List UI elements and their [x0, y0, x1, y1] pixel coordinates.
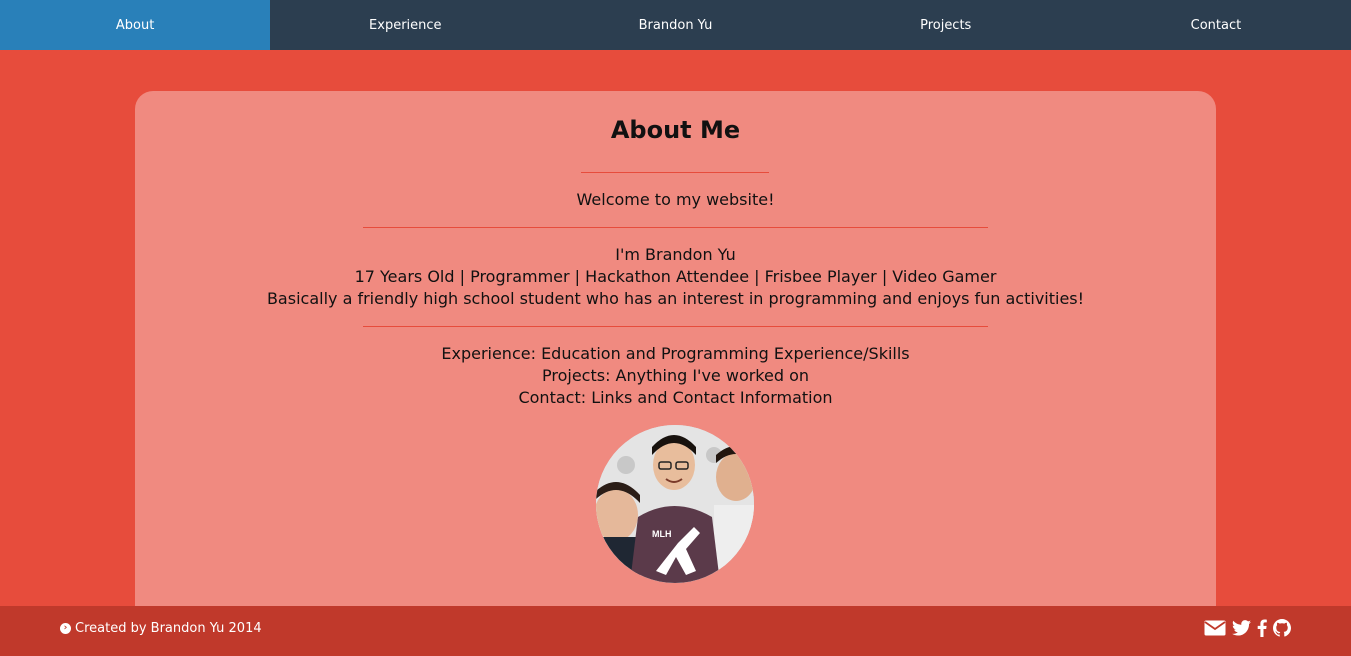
- intro-block: I'm Brandon Yu 17 Years Old | Programmer…: [135, 244, 1216, 310]
- envelope-icon[interactable]: [1204, 620, 1226, 640]
- nav-brand[interactable]: Brandon Yu: [540, 0, 810, 50]
- page-title: About Me: [610, 116, 741, 144]
- nav-contact[interactable]: Contact: [1081, 0, 1351, 50]
- intro-name: I'm Brandon Yu: [615, 245, 736, 264]
- section-summary: Experience: Education and Programming Ex…: [135, 343, 1216, 409]
- top-nav: About Experience Brandon Yu Projects Con…: [0, 0, 1351, 50]
- twitter-icon[interactable]: [1232, 620, 1251, 640]
- divider: [363, 227, 988, 228]
- profile-photo: MLH: [596, 425, 754, 583]
- svg-text:MLH: MLH: [652, 529, 672, 539]
- welcome-text: Welcome to my website!: [576, 190, 775, 209]
- experience-summary: Experience: Education and Programming Ex…: [441, 344, 910, 363]
- profile-photo-illustration: MLH: [596, 425, 754, 583]
- divider: [581, 172, 769, 173]
- footer-credit: › Created by Brandon Yu 2014: [60, 621, 262, 636]
- footer: › Created by Brandon Yu 2014: [0, 606, 1351, 656]
- nav-projects[interactable]: Projects: [811, 0, 1081, 50]
- facebook-icon[interactable]: [1257, 619, 1267, 641]
- intro-description: Basically a friendly high school student…: [266, 289, 1085, 308]
- contact-summary: Contact: Links and Contact Information: [518, 388, 833, 407]
- social-links: [1204, 619, 1291, 641]
- intro-tags: 17 Years Old | Programmer | Hackathon At…: [354, 267, 997, 286]
- about-card: About Me Welcome to my website! I'm Bran…: [135, 91, 1216, 631]
- nav-about[interactable]: About: [0, 0, 271, 50]
- credit-text: Created by Brandon Yu 2014: [75, 621, 262, 636]
- projects-summary: Projects: Anything I've worked on: [541, 366, 810, 385]
- divider: [363, 326, 988, 327]
- github-icon[interactable]: [1273, 619, 1291, 641]
- nav-experience[interactable]: Experience: [270, 0, 540, 50]
- arrow-circle-right-icon: ›: [60, 623, 71, 634]
